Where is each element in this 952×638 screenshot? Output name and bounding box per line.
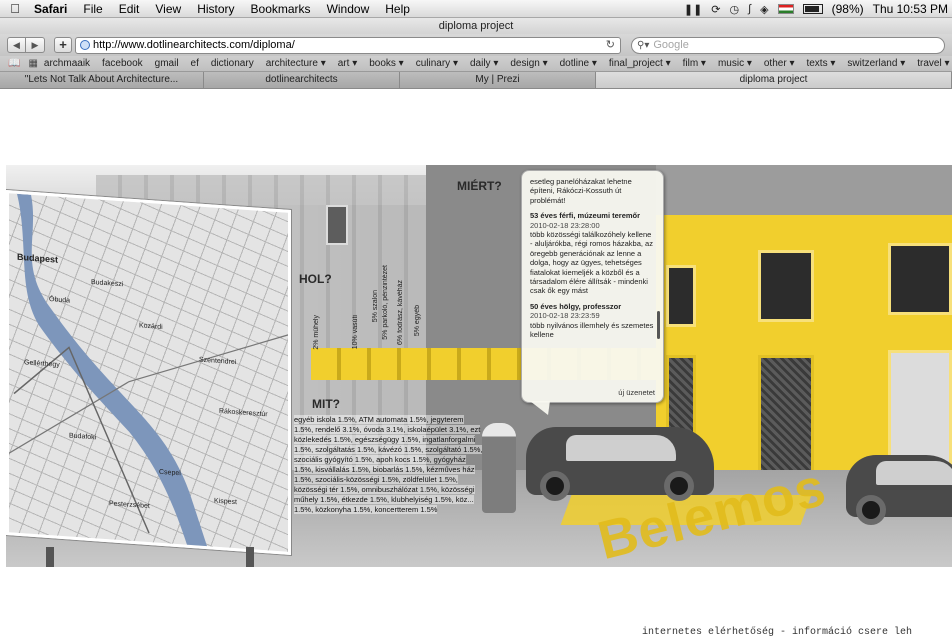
window-icon <box>666 265 696 327</box>
window-icon <box>326 205 348 245</box>
bookmark-item[interactable]: books ▾ <box>363 58 409 69</box>
wifi-icon[interactable]: ◈ <box>760 3 768 16</box>
billboard-post <box>246 547 254 567</box>
tab-lets-not-talk[interactable]: "Lets Not Talk About Architecture... <box>0 72 204 88</box>
bookmarks-bar: 📖 ▦ archmaaik facebook gmail ef dictiona… <box>0 56 952 72</box>
tab-dotlinearchitects[interactable]: dotlinearchitects <box>204 72 400 88</box>
tab-prezi[interactable]: My | Prezi <box>400 72 596 88</box>
percent-label: 5% parkoló, pénzintézet <box>382 265 389 340</box>
mit-list-text: egyéb iskola 1.5%, ATM automata 1.5%, je… <box>294 415 483 514</box>
menubar-clock[interactable]: Thu 10:53 PM <box>873 2 948 16</box>
bookmark-item[interactable]: final_project ▾ <box>603 58 677 69</box>
menu-bookmarks[interactable]: Bookmarks <box>243 2 319 16</box>
page-content: Belemos HOL? MIÉRT? MIT? 2% műhely 10% v… <box>0 90 952 638</box>
top-sites-icon[interactable]: ▦ <box>28 58 37 69</box>
url-text[interactable]: http://www.dotlinearchitects.com/diploma… <box>93 39 295 51</box>
menubar-status-area: ❚❚ ⟳ ◷ ∫ ◈ (98%) Thu 10:53 PM <box>684 0 952 18</box>
app-menu-safari[interactable]: Safari <box>30 2 75 16</box>
battery-percent: (98%) <box>831 2 864 16</box>
comment-author: 53 éves férfi, múzeumi teremőr <box>530 211 641 221</box>
bookmark-item[interactable]: facebook <box>96 58 149 69</box>
reading-list-icon[interactable]: 📖 <box>8 58 20 69</box>
comment-date: 2010-02-18 23:28:00 <box>530 220 600 230</box>
bookmark-item[interactable]: art ▾ <box>332 58 363 69</box>
menu-help[interactable]: Help <box>377 2 418 16</box>
bookmark-item[interactable]: other ▾ <box>758 58 801 69</box>
search-placeholder: Google <box>653 39 689 51</box>
window-icon <box>758 250 814 322</box>
window-title: diploma project <box>0 18 952 34</box>
bookmark-item[interactable]: architecture ▾ <box>260 58 332 69</box>
tab-diploma-project[interactable]: diploma project <box>596 72 952 88</box>
tab-bar: "Lets Not Talk About Architecture... dot… <box>0 72 952 89</box>
battery-icon[interactable] <box>802 4 823 14</box>
mac-menubar:  Safari File Edit View History Bookmark… <box>0 0 952 18</box>
bookmark-item[interactable]: dictionary <box>205 58 260 69</box>
new-message-link[interactable]: új üzenetet <box>618 388 655 397</box>
search-icon: ⚲▾ <box>637 39 650 51</box>
label-mit: MIT? <box>312 397 340 411</box>
percent-label: 10% vasúti <box>352 315 359 350</box>
street-collage: Belemos HOL? MIÉRT? MIT? 2% műhely 10% v… <box>6 165 952 567</box>
footer-tagline: internetes elérhetőség - információ cser… <box>642 627 913 638</box>
map-billboard[interactable]: Budapest Budakeszi Kozárdi Szentendrei R… <box>6 190 291 555</box>
parked-car-right <box>846 455 952 525</box>
input-language-flag-icon[interactable] <box>777 4 794 14</box>
bookmark-item[interactable]: culinary ▾ <box>410 58 464 69</box>
menu-edit[interactable]: Edit <box>111 2 148 16</box>
comment-text: több nyilvános illemhely és szemetes kel… <box>530 320 654 340</box>
label-miert: MIÉRT? <box>457 179 502 193</box>
shop-shutter <box>888 350 952 470</box>
bookmark-item[interactable]: travel ▾ <box>911 58 952 69</box>
bookmark-item[interactable]: ef <box>185 58 205 69</box>
danube-river <box>9 193 291 553</box>
reload-icon[interactable]: ↻ <box>606 38 615 51</box>
elderly-woman-figure <box>482 423 516 513</box>
parked-car <box>526 427 714 501</box>
bookmark-item[interactable]: music ▾ <box>712 58 758 69</box>
bluetooth-icon[interactable]: ∫ <box>748 3 751 15</box>
bookmark-item[interactable]: film ▾ <box>677 58 712 69</box>
back-button[interactable]: ◀ <box>7 37 26 53</box>
bookmark-item[interactable]: switzerland ▾ <box>841 58 911 69</box>
bookmark-item[interactable]: archmaaik <box>38 58 96 69</box>
comment-scrollbar[interactable] <box>657 311 660 339</box>
address-bar[interactable]: http://www.dotlinearchitects.com/diploma… <box>75 36 621 54</box>
time-machine-icon[interactable]: ◷ <box>730 3 740 16</box>
browser-toolbar: ◀ ▶ + http://www.dotlinearchitects.com/d… <box>0 34 952 56</box>
bookmark-item[interactable]: design ▾ <box>504 58 553 69</box>
add-bookmark-button[interactable]: + <box>54 37 72 53</box>
street-map[interactable]: Budapest Budakeszi Kozárdi Szentendrei R… <box>9 193 291 553</box>
percent-label: 6% fodrász, kávéház <box>397 280 404 345</box>
label-hol: HOL? <box>299 272 332 286</box>
comment-author: 50 éves hölgy, professzor <box>530 301 622 311</box>
map-place-label: Csepel <box>159 468 181 478</box>
map-place-label: Óbuda <box>49 296 71 305</box>
sync-icon[interactable]: ⟳ <box>711 3 720 16</box>
menu-view[interactable]: View <box>147 2 189 16</box>
billboard-post <box>46 547 54 567</box>
bookmark-item[interactable]: texts ▾ <box>800 58 841 69</box>
menu-history[interactable]: History <box>189 2 242 16</box>
mit-needs-list: egyéb iskola 1.5%, ATM automata 1.5%, je… <box>294 415 484 515</box>
apple-menu-icon[interactable]:  <box>0 1 30 16</box>
search-field[interactable]: ⚲▾ Google <box>631 36 945 54</box>
site-globe-icon <box>80 40 90 50</box>
forward-button[interactable]: ▶ <box>26 37 45 53</box>
percent-label: 5% egyéb <box>414 305 421 337</box>
window-icon <box>888 243 952 315</box>
percent-label: 5% szalon <box>372 290 379 323</box>
bookmark-item[interactable]: dotline ▾ <box>554 58 603 69</box>
comment-intro: esetleg panelóházakat lehetne építeni, R… <box>530 177 632 205</box>
percent-label: 2% műhely <box>313 315 320 350</box>
pause-icon[interactable]: ❚❚ <box>684 3 702 16</box>
comment-date: 2010-02-18 23:23:59 <box>530 311 600 321</box>
bookmark-item[interactable]: daily ▾ <box>464 58 504 69</box>
menu-window[interactable]: Window <box>319 2 378 16</box>
comment-text: több közösségi találkozóhely kellene - a… <box>530 230 653 296</box>
comment-bubble[interactable]: esetleg panelóházakat lehetne építeni, R… <box>521 170 664 403</box>
bookmark-item[interactable]: gmail <box>149 58 185 69</box>
menu-file[interactable]: File <box>75 2 110 16</box>
